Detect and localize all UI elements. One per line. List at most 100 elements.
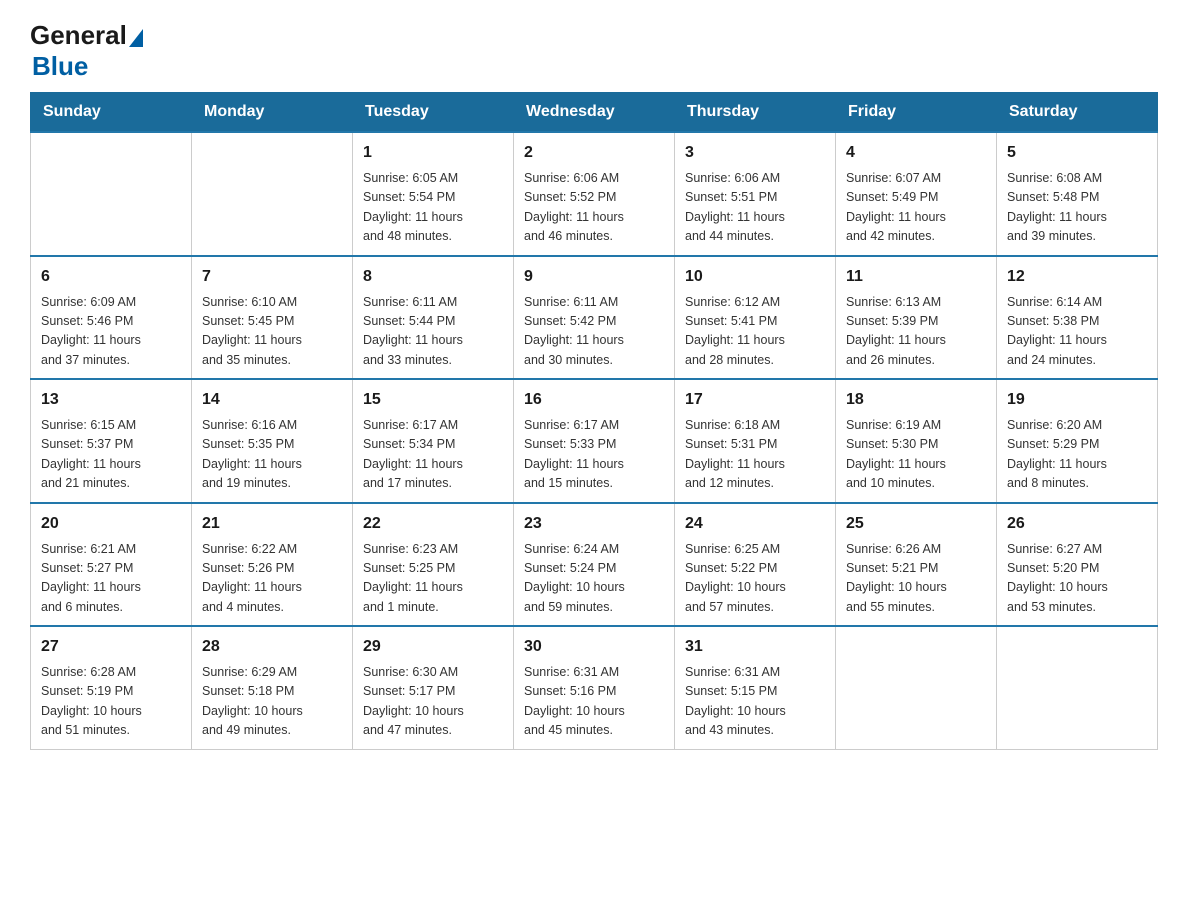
day-info: Sunrise: 6:11 AM Sunset: 5:44 PM Dayligh…	[363, 293, 503, 371]
logo-general-text: General	[30, 20, 127, 51]
day-number: 19	[1007, 388, 1147, 412]
calendar-cell: 22Sunrise: 6:23 AM Sunset: 5:25 PM Dayli…	[353, 503, 514, 627]
calendar-cell: 28 Sunrise: 6:29 AM Sunset: 5:18 PM Dayli…	[192, 626, 353, 749]
day-number: 5	[1007, 141, 1147, 165]
day-number: 17	[685, 388, 825, 412]
column-header-saturday: Saturday	[997, 93, 1158, 133]
day-number: 10	[685, 265, 825, 289]
day-number: 25	[846, 512, 986, 536]
day-number: 22	[363, 512, 503, 536]
calendar-cell: 2Sunrise: 6:06 AM Sunset: 5:52 PM Daylig…	[514, 132, 675, 256]
column-header-friday: Friday	[836, 93, 997, 133]
day-info: Sunrise: 6:05 AM Sunset: 5:54 PM Dayligh…	[363, 169, 503, 247]
day-info: Sunrise: 6:13 AM Sunset: 5:39 PM Dayligh…	[846, 293, 986, 371]
day-info: Sunrise: 6:22 AM Sunset: 5:26 PM Dayligh…	[202, 540, 342, 618]
day-info: Sunrise: 6:15 AM Sunset: 5:37 PM Dayligh…	[41, 416, 181, 494]
day-info: Sunrise: 6:10 AM Sunset: 5:45 PM Dayligh…	[202, 293, 342, 371]
calendar-cell: 24 Sunrise: 6:25 AM Sunset: 5:22 PM Dayli…	[675, 503, 836, 627]
calendar-cell: 31 Sunrise: 6:31 AM Sunset: 5:15 PM Dayli…	[675, 626, 836, 749]
day-number: 20	[41, 512, 181, 536]
day-number: 16	[524, 388, 664, 412]
column-header-tuesday: Tuesday	[353, 93, 514, 133]
calendar-cell: 30 Sunrise: 6:31 AM Sunset: 5:16 PM Dayli…	[514, 626, 675, 749]
day-number: 13	[41, 388, 181, 412]
calendar-cell: 21 Sunrise: 6:22 AM Sunset: 5:26 PM Dayli…	[192, 503, 353, 627]
calendar-header-row: SundayMondayTuesdayWednesdayThursdayFrid…	[31, 93, 1158, 133]
day-number: 14	[202, 388, 342, 412]
calendar-week-4: 20Sunrise: 6:21 AM Sunset: 5:27 PM Dayli…	[31, 503, 1158, 627]
day-number: 11	[846, 265, 986, 289]
day-info: Sunrise: 6:30 AM Sunset: 5:17 PM Dayligh…	[363, 663, 503, 741]
day-number: 12	[1007, 265, 1147, 289]
day-info: Sunrise: 6:26 AM Sunset: 5:21 PM Dayligh…	[846, 540, 986, 618]
column-header-sunday: Sunday	[31, 93, 192, 133]
logo: General Blue	[30, 20, 145, 82]
calendar-cell: 13 Sunrise: 6:15 AM Sunset: 5:37 PM Dayli…	[31, 379, 192, 503]
day-info: Sunrise: 6:27 AM Sunset: 5:20 PM Dayligh…	[1007, 540, 1147, 618]
calendar-cell: 3Sunrise: 6:06 AM Sunset: 5:51 PM Daylig…	[675, 132, 836, 256]
calendar-cell: 9 Sunrise: 6:11 AM Sunset: 5:42 PM Daylig…	[514, 256, 675, 380]
logo-blue-text: Blue	[32, 51, 88, 81]
calendar-cell: 23Sunrise: 6:24 AM Sunset: 5:24 PM Dayli…	[514, 503, 675, 627]
day-info: Sunrise: 6:18 AM Sunset: 5:31 PM Dayligh…	[685, 416, 825, 494]
day-info: Sunrise: 6:08 AM Sunset: 5:48 PM Dayligh…	[1007, 169, 1147, 247]
day-number: 15	[363, 388, 503, 412]
day-info: Sunrise: 6:09 AM Sunset: 5:46 PM Dayligh…	[41, 293, 181, 371]
day-number: 6	[41, 265, 181, 289]
day-number: 7	[202, 265, 342, 289]
day-number: 31	[685, 635, 825, 659]
calendar-week-1: 1Sunrise: 6:05 AM Sunset: 5:54 PM Daylig…	[31, 132, 1158, 256]
day-info: Sunrise: 6:19 AM Sunset: 5:30 PM Dayligh…	[846, 416, 986, 494]
column-header-wednesday: Wednesday	[514, 93, 675, 133]
calendar-cell: 1Sunrise: 6:05 AM Sunset: 5:54 PM Daylig…	[353, 132, 514, 256]
day-info: Sunrise: 6:17 AM Sunset: 5:33 PM Dayligh…	[524, 416, 664, 494]
day-info: Sunrise: 6:25 AM Sunset: 5:22 PM Dayligh…	[685, 540, 825, 618]
calendar-cell: 6 Sunrise: 6:09 AM Sunset: 5:46 PM Daylig…	[31, 256, 192, 380]
calendar-cell: 27 Sunrise: 6:28 AM Sunset: 5:19 PM Dayli…	[31, 626, 192, 749]
day-info: Sunrise: 6:06 AM Sunset: 5:51 PM Dayligh…	[685, 169, 825, 247]
calendar-cell	[997, 626, 1158, 749]
day-info: Sunrise: 6:17 AM Sunset: 5:34 PM Dayligh…	[363, 416, 503, 494]
calendar-cell: 29 Sunrise: 6:30 AM Sunset: 5:17 PM Dayli…	[353, 626, 514, 749]
calendar-cell: 10 Sunrise: 6:12 AM Sunset: 5:41 PM Dayli…	[675, 256, 836, 380]
day-number: 27	[41, 635, 181, 659]
day-info: Sunrise: 6:31 AM Sunset: 5:16 PM Dayligh…	[524, 663, 664, 741]
calendar-cell: 20Sunrise: 6:21 AM Sunset: 5:27 PM Dayli…	[31, 503, 192, 627]
day-number: 24	[685, 512, 825, 536]
day-number: 29	[363, 635, 503, 659]
day-info: Sunrise: 6:07 AM Sunset: 5:49 PM Dayligh…	[846, 169, 986, 247]
day-info: Sunrise: 6:12 AM Sunset: 5:41 PM Dayligh…	[685, 293, 825, 371]
calendar-cell	[836, 626, 997, 749]
day-number: 4	[846, 141, 986, 165]
day-number: 9	[524, 265, 664, 289]
calendar-cell	[192, 132, 353, 256]
calendar-cell	[31, 132, 192, 256]
day-number: 30	[524, 635, 664, 659]
calendar-cell: 8 Sunrise: 6:11 AM Sunset: 5:44 PM Daylig…	[353, 256, 514, 380]
day-info: Sunrise: 6:31 AM Sunset: 5:15 PM Dayligh…	[685, 663, 825, 741]
day-info: Sunrise: 6:16 AM Sunset: 5:35 PM Dayligh…	[202, 416, 342, 494]
calendar-cell: 18 Sunrise: 6:19 AM Sunset: 5:30 PM Dayli…	[836, 379, 997, 503]
calendar-cell: 14 Sunrise: 6:16 AM Sunset: 5:35 PM Dayli…	[192, 379, 353, 503]
page-header: General Blue	[30, 20, 1158, 82]
day-number: 28	[202, 635, 342, 659]
calendar-cell: 15 Sunrise: 6:17 AM Sunset: 5:34 PM Dayli…	[353, 379, 514, 503]
day-info: Sunrise: 6:29 AM Sunset: 5:18 PM Dayligh…	[202, 663, 342, 741]
day-info: Sunrise: 6:06 AM Sunset: 5:52 PM Dayligh…	[524, 169, 664, 247]
day-info: Sunrise: 6:28 AM Sunset: 5:19 PM Dayligh…	[41, 663, 181, 741]
calendar-cell: 25 Sunrise: 6:26 AM Sunset: 5:21 PM Dayli…	[836, 503, 997, 627]
day-number: 21	[202, 512, 342, 536]
day-number: 18	[846, 388, 986, 412]
logo-triangle-icon	[129, 29, 143, 47]
calendar-week-5: 27 Sunrise: 6:28 AM Sunset: 5:19 PM Dayli…	[31, 626, 1158, 749]
day-info: Sunrise: 6:11 AM Sunset: 5:42 PM Dayligh…	[524, 293, 664, 371]
calendar-cell: 16 Sunrise: 6:17 AM Sunset: 5:33 PM Dayli…	[514, 379, 675, 503]
day-number: 8	[363, 265, 503, 289]
calendar-cell: 5 Sunrise: 6:08 AM Sunset: 5:48 PM Daylig…	[997, 132, 1158, 256]
calendar-cell: 11 Sunrise: 6:13 AM Sunset: 5:39 PM Dayli…	[836, 256, 997, 380]
calendar-table: SundayMondayTuesdayWednesdayThursdayFrid…	[30, 92, 1158, 750]
day-info: Sunrise: 6:24 AM Sunset: 5:24 PM Dayligh…	[524, 540, 664, 618]
calendar-cell: 4 Sunrise: 6:07 AM Sunset: 5:49 PM Daylig…	[836, 132, 997, 256]
column-header-thursday: Thursday	[675, 93, 836, 133]
calendar-cell: 12Sunrise: 6:14 AM Sunset: 5:38 PM Dayli…	[997, 256, 1158, 380]
